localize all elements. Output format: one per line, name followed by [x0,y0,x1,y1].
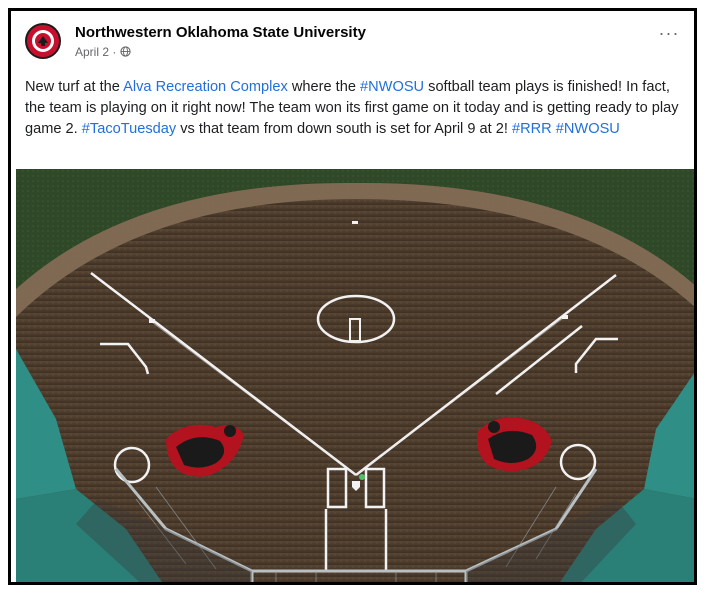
page-avatar[interactable] [25,23,61,59]
softball-field-aerial-image [16,169,694,582]
facebook-post-card: Northwestern Oklahoma State University A… [8,8,697,585]
post-meta: April 2 · [75,45,131,59]
text-part-2: where the [287,79,361,95]
university-logo-icon [32,30,54,52]
post-header: Northwestern Oklahoma State University A… [11,11,694,71]
meta-separator: · [109,45,120,59]
more-options-icon[interactable]: ··· [656,24,682,47]
post-text: New turf at the Alva Recreation Complex … [25,77,685,140]
hashtag-nwosu-link-2[interactable]: #NWOSU [556,121,620,137]
page-name-link[interactable]: Northwestern Oklahoma State University [75,24,366,41]
globe-icon[interactable] [120,46,131,57]
hashtag-nwosu-link[interactable]: #NWOSU [360,79,424,95]
post-date-link[interactable]: April 2 [75,45,109,59]
hashtag-rrr-link[interactable]: #RRR [512,121,552,137]
text-part-1: New turf at the [25,79,124,95]
hashtag-tacotuesday-link[interactable]: #TacoTuesday [82,121,176,137]
post-photo[interactable] [16,169,694,582]
location-link[interactable]: Alva Recreation Complex [123,79,288,95]
text-part-4: vs that team from down south is set for … [176,121,512,137]
